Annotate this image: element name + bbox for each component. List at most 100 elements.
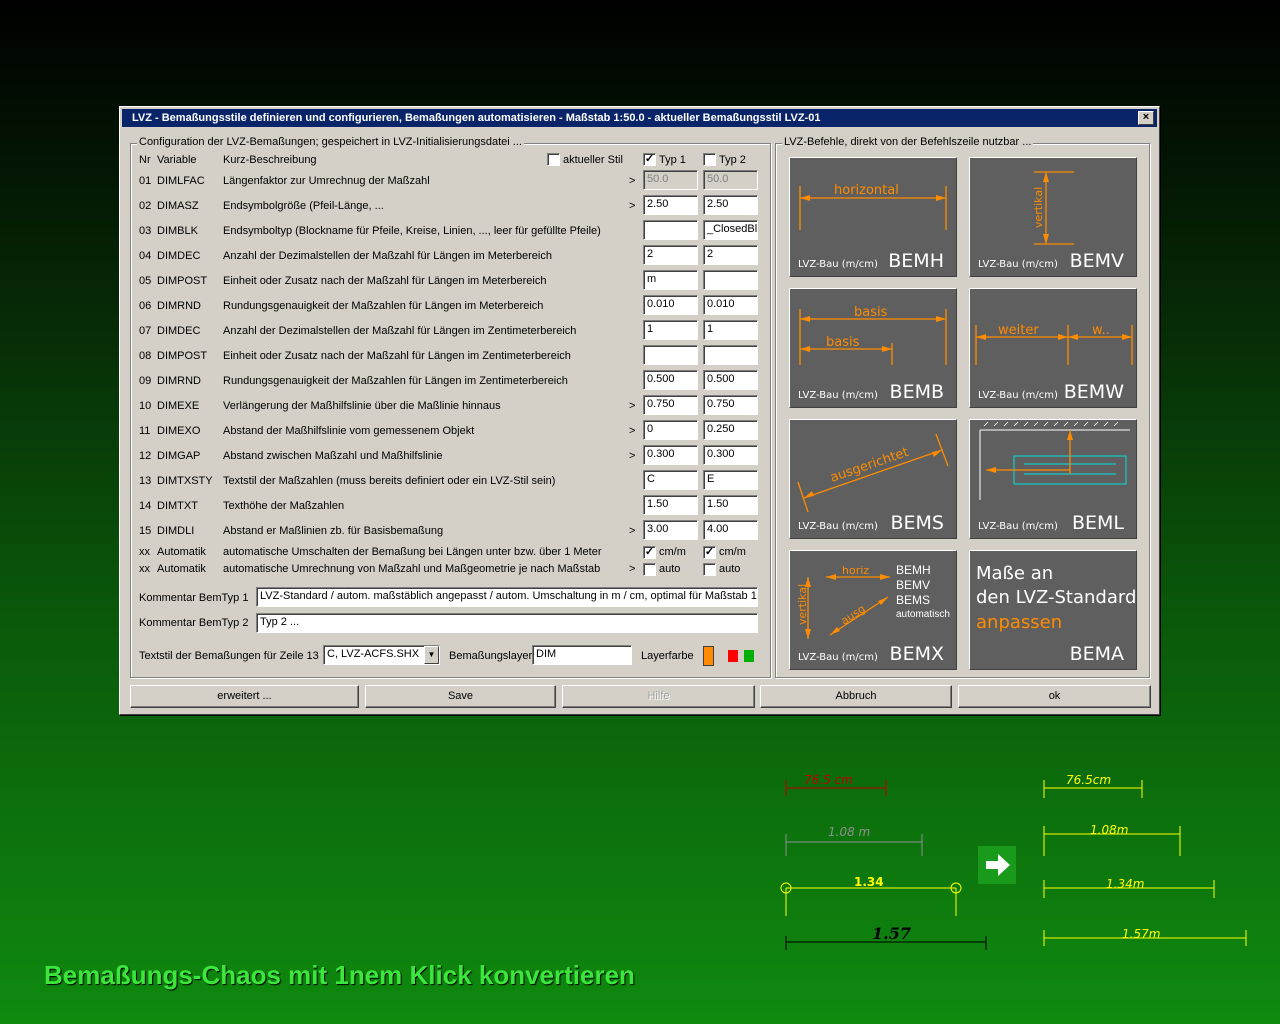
- comment1-field[interactable]: LVZ-Standard / autom. maßstäblich angepa…: [256, 587, 758, 607]
- layercolor-label: Layerfarbe: [641, 650, 694, 662]
- auto-type1-checkbox[interactable]: [643, 563, 656, 576]
- help-button[interactable]: Hilfe: [562, 685, 755, 708]
- after-2: 1.08m: [1090, 823, 1128, 837]
- row-variable: DIMDLI: [157, 525, 195, 537]
- row-description: Endsymbolgröße (Pfeil-Länge, ...: [223, 200, 384, 212]
- row-variable: DIMDEC: [157, 325, 201, 337]
- more-button[interactable]: erweitert ...: [130, 685, 359, 708]
- comment2-label: Kommentar BemTyp 2: [139, 617, 249, 629]
- current-style-checkbox[interactable]: [547, 153, 560, 166]
- chevron-down-icon[interactable]: ▼: [424, 646, 439, 664]
- tile-bemb-code: BEMB: [889, 381, 944, 403]
- row-type2-field[interactable]: 1: [703, 320, 758, 340]
- tile-bemh-label: LVZ-Bau (m/cm): [798, 259, 878, 270]
- row-type1-field[interactable]: 0: [643, 420, 698, 440]
- auto-type1-checkbox[interactable]: ✓: [643, 546, 656, 559]
- row-description: Verlängerung der Maßhilfslinie über die …: [223, 400, 501, 412]
- row-variable: DIMASZ: [157, 200, 199, 212]
- title-bar: LVZ - Bemaßungsstile definieren und conf…: [122, 109, 1157, 127]
- row-type2-field[interactable]: 1.50: [703, 495, 758, 515]
- row-type2-field[interactable]: 50.0: [703, 170, 758, 190]
- row-description: Endsymboltyp (Blockname für Pfeile, Krei…: [223, 225, 601, 237]
- row-type1-field[interactable]: 1.50: [643, 495, 698, 515]
- row-type2-field[interactable]: 2.50: [703, 195, 758, 215]
- row-type1-field[interactable]: C: [643, 470, 698, 490]
- before-dimensions: 76.5 cm 1.08 m 1.34 1.57: [780, 773, 987, 950]
- layer-label: Bemaßungslayer: [449, 650, 533, 662]
- row-type1-field[interactable]: 0.010: [643, 295, 698, 315]
- row-type2-field[interactable]: E: [703, 470, 758, 490]
- tile-bemx[interactable]: vertikal horiz ausg BEMH BEMV BEMS autom…: [789, 550, 957, 670]
- auto-type2-checkbox[interactable]: ✓: [703, 546, 716, 559]
- row-type1-field[interactable]: 0.750: [643, 395, 698, 415]
- row-description: Anzahl der Dezimalstellen der Maßzahl fü…: [223, 325, 577, 337]
- header-variable: Variable: [157, 154, 197, 166]
- green-swatch[interactable]: [744, 650, 754, 662]
- tile-bemb-text1: basis: [854, 305, 888, 320]
- row-type1-field[interactable]: 3.00: [643, 520, 698, 540]
- row-nr: 08: [139, 350, 152, 362]
- tile-beml-label: LVZ-Bau (m/cm): [978, 521, 1058, 532]
- row-type2-field[interactable]: 0.010: [703, 295, 758, 315]
- row-type2-field[interactable]: [703, 270, 758, 290]
- row-description: Textstil der Maßzahlen (muss bereits def…: [223, 475, 556, 487]
- row-description: Rundungsgenauigkeit der Maßzahlen für Lä…: [223, 375, 568, 387]
- row-type2-field[interactable]: 0.300: [703, 445, 758, 465]
- row-type2-field[interactable]: _ClosedBla: [703, 220, 758, 240]
- tile-bema[interactable]: Maße an den LVZ-Standard anpassen BEMA: [969, 550, 1137, 670]
- tile-bemh-text: horizontal: [834, 183, 899, 198]
- tile-bemx-list-note: automatisch: [896, 609, 950, 620]
- row-type1-field[interactable]: [643, 345, 698, 365]
- layercolor-swatch[interactable]: [703, 646, 714, 666]
- row-type1-field[interactable]: 0.300: [643, 445, 698, 465]
- cancel-button[interactable]: Abbruch: [760, 685, 952, 708]
- layer-field[interactable]: DIM: [532, 645, 632, 665]
- row-type2-field[interactable]: 0.750: [703, 395, 758, 415]
- tile-beml[interactable]: LVZ-Bau (m/cm) BEML: [969, 419, 1137, 539]
- row-type2-field[interactable]: [703, 345, 758, 365]
- save-button[interactable]: Save: [365, 685, 556, 708]
- tile-bemw-label: LVZ-Bau (m/cm): [978, 390, 1058, 401]
- tile-bemx-list-1: BEMH: [896, 563, 931, 577]
- tile-bemh-code: BEMH: [888, 250, 944, 272]
- row-nr: 10: [139, 400, 152, 412]
- comment2-field[interactable]: Typ 2 ...: [256, 613, 758, 633]
- footer-caption: Bemaßungs-Chaos mit 1nem Klick konvertie…: [44, 960, 635, 990]
- tile-bema-code: BEMA: [1069, 643, 1124, 665]
- row-type1-field[interactable]: 2.50: [643, 195, 698, 215]
- tile-bemv[interactable]: vertikal LVZ-Bau (m/cm) BEMV: [969, 157, 1137, 277]
- row-type2-field[interactable]: 0.250: [703, 420, 758, 440]
- ok-button[interactable]: ok: [958, 685, 1151, 708]
- textstyle-label: Textstil der Bemaßungen für Zeile 13: [139, 650, 319, 662]
- tile-bemb-label: LVZ-Bau (m/cm): [798, 390, 878, 401]
- auto-row-description: automatische Umrechnung von Maßzahl und …: [223, 563, 601, 575]
- red-swatch[interactable]: [728, 650, 738, 662]
- type2-checkbox[interactable]: [703, 153, 716, 166]
- tile-bemh[interactable]: horizontal LVZ-Bau (m/cm) BEMH: [789, 157, 957, 277]
- row-variable: DIMTXSTY: [157, 475, 213, 487]
- auto-row-variable: Automatik: [157, 563, 206, 575]
- window-title: LVZ - Bemaßungsstile definieren und conf…: [132, 112, 821, 124]
- row-type1-field[interactable]: 2: [643, 245, 698, 265]
- after-1: 76.5cm: [1066, 773, 1111, 787]
- auto-type2-checkbox[interactable]: [703, 563, 716, 576]
- row-type1-field[interactable]: 0.500: [643, 370, 698, 390]
- row-type2-field[interactable]: 4.00: [703, 520, 758, 540]
- type1-checkbox[interactable]: ✓: [643, 153, 656, 166]
- textstyle-select[interactable]: C, LVZ-ACFS.SHX ▼: [323, 645, 440, 665]
- row-type1-field[interactable]: [643, 220, 698, 240]
- tile-bemb[interactable]: basis basis LVZ-Bau (m/cm) BEMB: [789, 288, 957, 408]
- row-type1-field[interactable]: 50.0: [643, 170, 698, 190]
- row-description: Einheit oder Zusatz nach der Maßzahl für…: [223, 350, 571, 362]
- row-variable: DIMGAP: [157, 450, 201, 462]
- tile-bemw[interactable]: weiter w.. LVZ-Bau (m/cm) BEMW: [969, 288, 1137, 408]
- close-button[interactable]: ×: [1138, 111, 1154, 125]
- row-arrow: >: [629, 450, 636, 462]
- tile-bems[interactable]: ausgerichtet LVZ-Bau (m/cm) BEMS: [789, 419, 957, 539]
- row-nr: 01: [139, 175, 152, 187]
- row-type1-field[interactable]: 1: [643, 320, 698, 340]
- row-type2-field[interactable]: 0.500: [703, 370, 758, 390]
- row-type1-field[interactable]: m: [643, 270, 698, 290]
- auto-row-description: automatische Umschalten der Bemaßung bei…: [223, 546, 602, 558]
- row-type2-field[interactable]: 2: [703, 245, 758, 265]
